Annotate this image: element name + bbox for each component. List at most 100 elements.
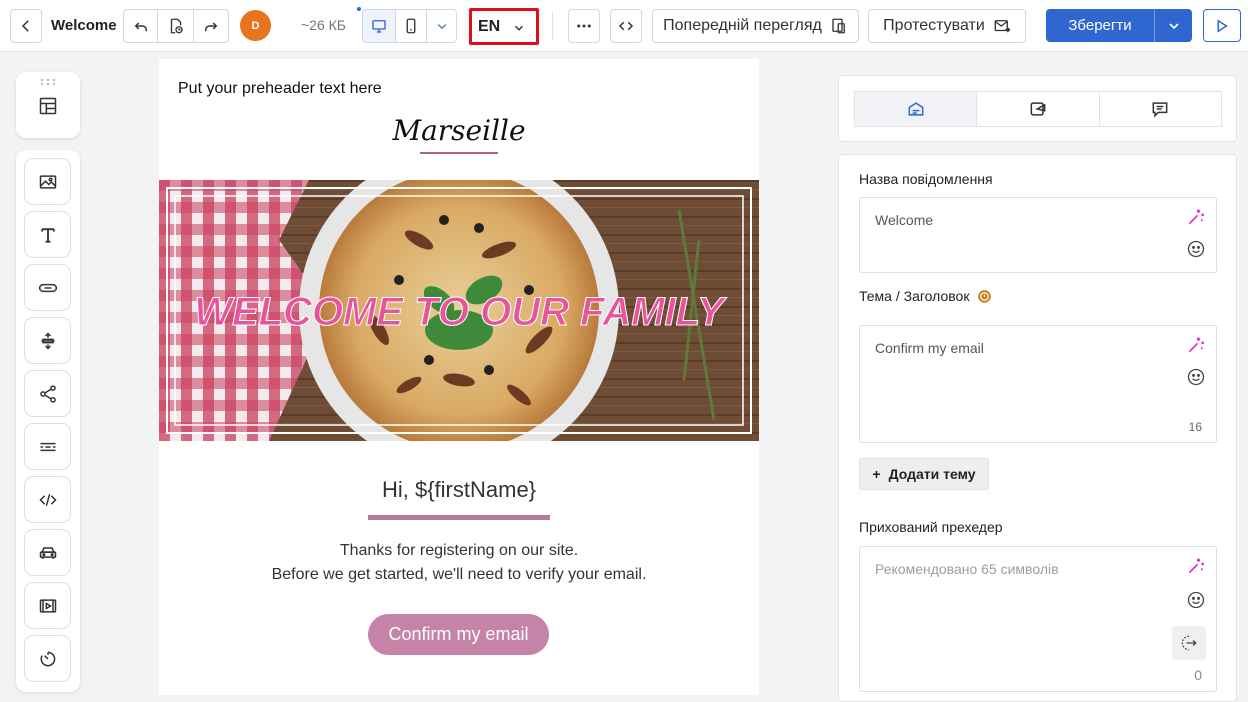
magic-wand-icon[interactable]: [1186, 207, 1206, 227]
email-canvas[interactable]: Put your preheader text here Marseille W…: [159, 59, 759, 695]
body-text[interactable]: Thanks for registering on our site. Befo…: [159, 539, 759, 587]
timer-icon: [40, 651, 55, 666]
hero-headline: WELCOME TO OUR FAMILY: [194, 290, 727, 334]
layout-icon: [39, 97, 57, 115]
send-mail-icon: [994, 20, 1011, 33]
message-name-label: Назва повідомлення: [859, 171, 993, 187]
chevron-down-icon: [437, 23, 446, 30]
emoji-icon[interactable]: [1186, 239, 1206, 259]
undo-icon: [134, 22, 147, 32]
language-value: EN: [478, 17, 501, 35]
undo-button[interactable]: [123, 9, 158, 43]
timer-block[interactable]: [24, 635, 71, 682]
tab-comments[interactable]: [1100, 92, 1221, 126]
chevron-left-icon: [21, 20, 29, 32]
insert-variable-button[interactable]: [1172, 626, 1206, 660]
emoji-icon[interactable]: [1186, 367, 1206, 387]
preheader-text[interactable]: Put your preheader text here: [178, 80, 382, 98]
subject-field[interactable]: Confirm my email 16: [859, 325, 1217, 443]
status-dot: [357, 7, 361, 11]
palette-icon: [1030, 102, 1046, 116]
divider-icon: [40, 442, 55, 451]
code-icon: [618, 21, 634, 31]
divider: [552, 12, 553, 40]
preheader-field[interactable]: Рекомендовано 65 символів 0: [859, 546, 1217, 692]
message-name-field[interactable]: Welcome: [859, 197, 1217, 273]
button-icon: [38, 283, 57, 292]
message-settings-form: Назва повідомлення Welcome Тема / Заголо…: [838, 154, 1237, 702]
redo-icon: [205, 22, 218, 32]
hero-illustration: WELCOME TO OUR FAMILY: [159, 180, 759, 441]
message-name-value: Welcome: [875, 212, 934, 228]
mobile-icon: [406, 18, 416, 34]
tab-message-settings[interactable]: [855, 92, 978, 126]
desktop-icon: [372, 20, 386, 33]
drag-handle-icon: [40, 78, 56, 86]
code-button[interactable]: [610, 9, 642, 43]
spacer-block[interactable]: [24, 317, 71, 364]
test-label: Протестувати: [883, 17, 985, 34]
insert-icon: [1181, 635, 1197, 651]
more-icon: [577, 24, 591, 28]
settings-tabs: [854, 91, 1222, 127]
confirm-email-button[interactable]: Confirm my email: [368, 614, 549, 655]
html-block[interactable]: [24, 476, 71, 523]
preheader-label: Прихований прехедер: [859, 519, 1003, 535]
brand-underline: [420, 152, 498, 154]
redo-button[interactable]: [193, 9, 229, 43]
warning-icon[interactable]: [977, 289, 992, 304]
preview-label: Попередній перегляд: [663, 17, 822, 34]
button-block[interactable]: [24, 264, 71, 311]
subject-label-text: Тема / Заголовок: [859, 288, 970, 304]
tab-style-settings[interactable]: [977, 92, 1100, 126]
brand-logo[interactable]: Marseille: [159, 114, 759, 147]
text-icon: [40, 227, 55, 243]
add-subject-button[interactable]: + Додати тему: [859, 458, 989, 490]
divider-block[interactable]: [24, 423, 71, 470]
text-block[interactable]: [24, 211, 71, 258]
video-icon: [39, 598, 56, 613]
desktop-view-button[interactable]: [362, 9, 396, 43]
subject-label: Тема / Заголовок: [859, 288, 992, 304]
blocks-toolbox: [16, 150, 80, 692]
preview-button[interactable]: Попередній перегляд: [652, 9, 859, 43]
magic-wand-icon[interactable]: [1186, 556, 1206, 576]
magic-wand-icon[interactable]: [1186, 335, 1206, 355]
greeting-heading[interactable]: Hi, ${firstName}: [159, 477, 759, 503]
preheader-placeholder: Рекомендовано 65 символів: [875, 561, 1059, 577]
subject-char-count: 16: [1188, 420, 1202, 434]
language-select[interactable]: EN: [469, 8, 539, 45]
social-block[interactable]: [24, 370, 71, 417]
history-button[interactable]: [157, 9, 194, 43]
image-block[interactable]: [24, 158, 71, 205]
test-button[interactable]: Протестувати: [868, 9, 1026, 43]
image-icon: [39, 174, 56, 189]
view-options-button[interactable]: [426, 9, 457, 43]
mobile-view-button[interactable]: [395, 9, 427, 43]
run-button[interactable]: [1203, 9, 1241, 42]
subject-value: Confirm my email: [875, 340, 984, 356]
more-button[interactable]: [568, 9, 600, 43]
play-icon: [1217, 18, 1228, 33]
save-options-button[interactable]: [1155, 18, 1192, 34]
save-button[interactable]: Зберегти: [1046, 9, 1192, 42]
menu-icon: [39, 546, 56, 559]
emoji-icon[interactable]: [1186, 590, 1206, 610]
spacer-icon: [40, 331, 55, 350]
mail-settings-icon: [908, 102, 924, 116]
back-button[interactable]: [10, 9, 42, 43]
file-history-icon: [170, 18, 183, 34]
video-block[interactable]: [24, 582, 71, 629]
hero-image[interactable]: WELCOME TO OUR FAMILY: [159, 180, 759, 441]
chevron-down-icon: [1168, 22, 1179, 29]
menu-block[interactable]: [24, 529, 71, 576]
social-icon: [39, 384, 56, 403]
settings-tabs-card: [838, 75, 1237, 142]
save-label: Зберегти: [1068, 17, 1132, 34]
body-line-2: Before we get started, we'll need to ver…: [271, 566, 647, 583]
plus-icon: +: [872, 466, 881, 482]
message-title: Welcome: [51, 16, 117, 34]
preheader-char-count: 0: [1194, 667, 1202, 683]
avatar[interactable]: D: [240, 10, 271, 41]
structure-block[interactable]: [16, 72, 80, 138]
